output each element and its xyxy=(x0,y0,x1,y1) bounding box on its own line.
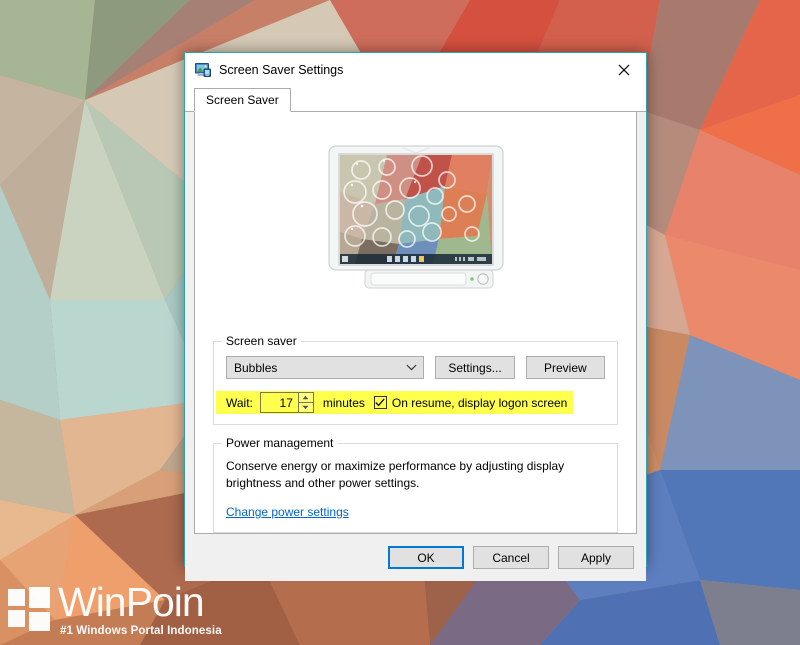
wait-units-label: minutes xyxy=(322,395,365,410)
monitor-preview xyxy=(327,145,504,289)
tab-panel-screen-saver: Screen saver Bubbles Settings... Preview xyxy=(194,112,637,534)
screen-saver-select-value: Bubbles xyxy=(234,360,278,375)
screen-saver-settings-dialog: Screen Saver Settings Screen Saver Scree… xyxy=(184,52,647,581)
preview-area xyxy=(195,112,636,294)
screen-saver-settings-button-label: Settings... xyxy=(448,360,502,375)
close-icon[interactable] xyxy=(601,53,646,87)
screen-saver-settings-button[interactable]: Settings... xyxy=(435,356,515,379)
on-resume-checkbox[interactable] xyxy=(373,396,387,409)
spinner-down-icon[interactable] xyxy=(298,402,313,412)
dialog-title: Screen Saver Settings xyxy=(219,63,344,77)
tab-label: Screen Saver xyxy=(206,93,279,107)
screen-saver-preview-button-label: Preview xyxy=(544,360,587,375)
display-monitor-icon xyxy=(195,63,211,77)
wait-stepper[interactable]: 17 xyxy=(259,392,314,413)
apply-button[interactable]: Apply xyxy=(558,546,634,569)
wait-label: Wait: xyxy=(226,395,253,410)
screen-saver-select[interactable]: Bubbles xyxy=(226,356,425,379)
screen-saver-group: Screen saver Bubbles Settings... Preview xyxy=(213,334,618,425)
screen-saver-row: Bubbles Settings... Preview xyxy=(226,356,605,379)
on-resume-label[interactable]: On resume, display logon screen xyxy=(392,396,567,410)
power-description-line2: brightness and other power settings. xyxy=(226,476,420,491)
dialog-button-bar: OK Cancel Apply xyxy=(185,534,646,581)
tab-strip: Screen Saver xyxy=(185,87,646,112)
wait-input-value[interactable]: 17 xyxy=(261,393,298,412)
ok-button-label: OK xyxy=(417,550,435,565)
power-management-group-legend: Power management xyxy=(222,436,338,450)
wait-row-highlighted: Wait: 17 minutes On resume, display logo… xyxy=(216,391,574,414)
ok-button[interactable]: OK xyxy=(388,546,464,569)
checkmark-icon xyxy=(375,398,386,407)
cancel-button-label: Cancel xyxy=(492,550,530,565)
cancel-button[interactable]: Cancel xyxy=(473,546,549,569)
chevron-down-icon xyxy=(406,364,417,371)
title-bar[interactable]: Screen Saver Settings xyxy=(185,53,646,87)
spinner-up-icon[interactable] xyxy=(298,393,313,403)
power-management-description: Conserve energy or maximize performance … xyxy=(226,458,576,493)
desktop-background: WinPoin #1 Windows Portal Indonesia Scre… xyxy=(0,0,800,645)
apply-button-label: Apply xyxy=(580,550,612,565)
screen-saver-group-legend: Screen saver xyxy=(222,334,301,348)
power-description-line1: Conserve energy or maximize performance … xyxy=(226,459,565,473)
tab-screen-saver[interactable]: Screen Saver xyxy=(194,88,291,112)
power-management-group: Power management Conserve energy or maxi… xyxy=(213,436,618,533)
change-power-settings-link[interactable]: Change power settings xyxy=(226,505,349,519)
screen-saver-preview-button[interactable]: Preview xyxy=(525,356,605,379)
